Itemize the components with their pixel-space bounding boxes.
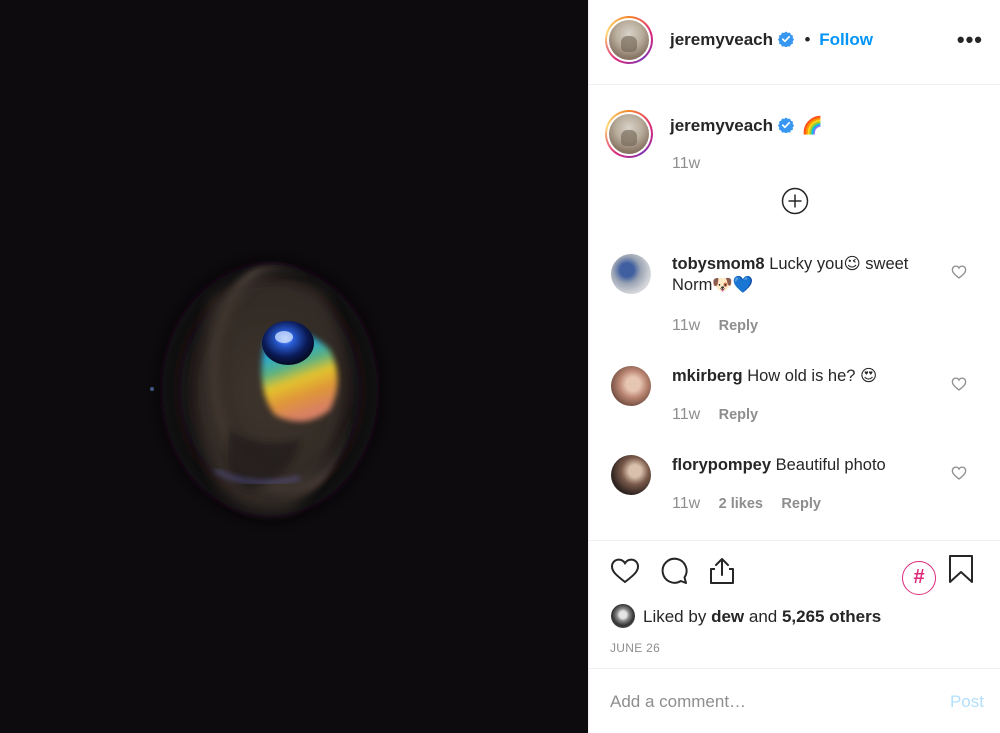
separator-dot: • [804,30,811,49]
post-date[interactable]: JUNE 26 [610,641,660,655]
caption-username[interactable]: jeremyveach [670,116,773,135]
comment-input[interactable] [610,688,930,716]
load-more-comments-icon[interactable] [781,187,809,215]
commenter-username[interactable]: tobysmom8 [672,255,765,273]
reply-button[interactable]: Reply [781,496,821,512]
likes-summary: Liked by dew and 5,265 others [611,604,881,628]
post-comment-button[interactable]: Post [950,692,984,712]
commenter-username[interactable]: florypompey [672,456,771,474]
reply-button[interactable]: Reply [719,318,759,334]
commenter-username[interactable]: mkirberg [672,367,743,385]
comment-body: How old is he? 😍 [747,367,878,385]
comment-timestamp[interactable]: 11w [672,495,700,512]
save-bookmark-icon[interactable] [945,553,977,585]
caption-author-avatar[interactable] [605,110,653,158]
reply-button[interactable]: Reply [719,407,759,423]
verified-badge-icon [777,31,794,47]
commenter-avatar[interactable] [611,254,651,294]
post-photo [150,250,390,530]
first-liker-username[interactable]: dew [711,607,744,626]
comment-bubble-icon[interactable] [658,555,690,587]
comment-meta: 11w Reply [672,406,772,424]
comment-meta: 11w Reply [672,317,772,335]
post-header: jeremyveach • Follow ••• [589,0,1000,85]
comment-timestamp[interactable]: 11w [672,317,700,334]
author-avatar[interactable] [605,16,653,64]
like-comment-heart-icon[interactable] [951,376,967,392]
share-icon[interactable] [706,555,738,587]
caption-line: jeremyveach 🌈 [670,116,823,136]
caption-timestamp[interactable]: 11w [672,155,700,173]
commenter-avatar[interactable] [611,455,651,495]
follow-button[interactable]: Follow [819,30,873,49]
likes-joiner: and [748,607,778,626]
liker-avatar[interactable] [611,604,635,628]
like-comment-heart-icon[interactable] [951,264,967,280]
likes-others-count[interactable]: 5,265 others [782,607,881,626]
comment-text: florypompey Beautiful photo [672,455,942,476]
comment-text: mkirberg How old is he? 😍 [672,366,942,387]
post-details-panel: jeremyveach • Follow ••• jeremyveach 🌈 1… [588,0,1000,733]
caption-text: 🌈 [801,116,823,135]
author-line: jeremyveach • Follow [670,30,873,50]
hashtag-extension-badge[interactable]: # [902,561,936,595]
add-comment-form: Post [589,668,1000,733]
post-media[interactable] [0,0,588,733]
likes-prefix: Liked by [643,607,707,626]
comment-body: Beautiful photo [775,456,886,474]
comment-meta: 11w 2 likes Reply [672,495,835,513]
commenter-avatar[interactable] [611,366,651,406]
post-actions: # Liked by dew and 5,265 others JUNE 26 [589,540,1000,668]
author-username[interactable]: jeremyveach [670,30,773,49]
comment-likes-count[interactable]: 2 likes [719,496,763,512]
comment-timestamp[interactable]: 11w [672,406,700,423]
like-comment-heart-icon[interactable] [951,465,967,481]
verified-badge-icon [777,117,794,133]
comment-text: tobysmom8 Lucky you😉 sweet Norm🐶💙 [672,254,942,296]
like-heart-icon[interactable] [609,555,641,587]
more-options-icon[interactable]: ••• [957,29,983,51]
